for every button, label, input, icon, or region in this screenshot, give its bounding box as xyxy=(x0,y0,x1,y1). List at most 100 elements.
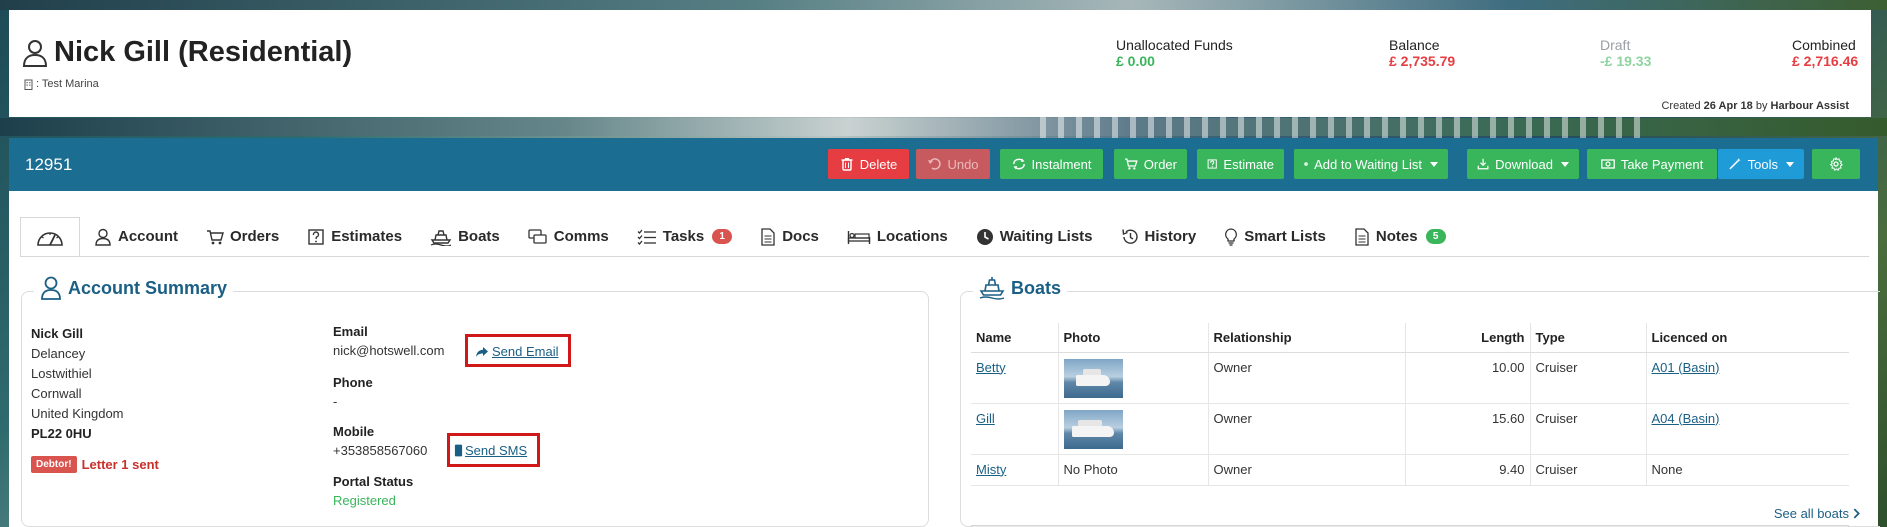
document-icon xyxy=(1355,227,1369,246)
portal-status-label: Portal Status xyxy=(333,474,414,489)
undo-button[interactable]: Undo xyxy=(916,149,990,179)
balance-value: £ 2,735.79 xyxy=(1389,53,1456,69)
task-list-icon xyxy=(637,229,656,245)
tab-label: Smart Lists xyxy=(1244,228,1326,245)
estimate-button[interactable]: Estimate xyxy=(1197,149,1284,179)
tab-tasks[interactable]: Tasks 1 xyxy=(623,217,746,256)
column-header[interactable]: Photo xyxy=(1057,323,1208,353)
balance: Balance £ 2,735.79 xyxy=(1389,37,1455,69)
question-box-icon xyxy=(308,228,324,245)
tab-history[interactable]: History xyxy=(1107,217,1211,256)
tab-divider xyxy=(20,256,1869,257)
portal-status-value: Registered xyxy=(333,493,396,508)
tab-label: Locations xyxy=(876,228,948,245)
debtor-text: Letter 1 sent xyxy=(81,457,159,472)
settings-button[interactable] xyxy=(1812,149,1860,179)
combined-label: Combined xyxy=(1792,37,1856,53)
phone-label: Phone xyxy=(333,375,373,390)
see-all-boats-link[interactable]: See all boats xyxy=(1774,506,1860,521)
tab-notes[interactable]: Notes 5 xyxy=(1340,217,1460,256)
tab-dashboard[interactable] xyxy=(20,217,80,257)
add-to-waiting-list-label: Add to Waiting List xyxy=(1314,156,1422,172)
combined: Combined £ 2,716.46 xyxy=(1792,37,1858,69)
user-icon xyxy=(41,276,61,300)
instalment-button[interactable]: Instalment xyxy=(1000,149,1103,179)
tab-docs[interactable]: Docs xyxy=(746,217,833,256)
created-date: 26 Apr 18 xyxy=(1703,100,1753,112)
main-content: Account Orders Estimates Boats Comms Tas… xyxy=(9,191,1880,527)
building-icon xyxy=(24,79,33,90)
account-summary-panel: Account Summary Nick Gill Delancey Lostw… xyxy=(21,276,929,527)
licenced-on-cell: None xyxy=(1645,454,1849,486)
type-cell: Cruiser xyxy=(1529,352,1646,404)
draft-label: Draft xyxy=(1600,37,1631,53)
order-button[interactable]: Order xyxy=(1114,149,1187,179)
question-box-icon xyxy=(1207,159,1217,169)
marina-name: : Test Marina xyxy=(36,78,99,90)
chevron-down-icon xyxy=(1430,161,1438,167)
tab-waiting-lists[interactable]: Waiting Lists xyxy=(962,217,1107,256)
cart-icon xyxy=(207,229,224,244)
tab-orders[interactable]: Orders xyxy=(192,217,293,256)
relationship-cell: Owner xyxy=(1207,454,1405,486)
address-postcode: PL22 0HU xyxy=(31,426,92,441)
send-email-link[interactable]: Send Email xyxy=(475,344,558,359)
length-cell: 10.00 xyxy=(1404,352,1530,404)
tab-smart-lists[interactable]: Smart Lists xyxy=(1210,217,1340,256)
delete-button[interactable]: Delete xyxy=(828,149,909,179)
licenced-on-link[interactable]: A01 (Basin) xyxy=(1652,360,1720,375)
refresh-icon xyxy=(1012,158,1025,170)
mobile-block: Mobile +353858567060 xyxy=(333,424,427,458)
estimate-label: Estimate xyxy=(1223,156,1274,172)
boat-name-link[interactable]: Gill xyxy=(976,411,995,426)
tab-label: Waiting Lists xyxy=(999,228,1093,245)
chat-icon xyxy=(528,228,547,244)
table-row: Misty No Photo Owner 9.40 Cruiser None xyxy=(971,454,1849,486)
phone-value: - xyxy=(333,394,338,409)
tab-estimates[interactable]: Estimates xyxy=(293,217,416,256)
document-icon xyxy=(761,227,775,246)
order-label: Order xyxy=(1143,156,1177,172)
send-sms-link[interactable]: Send SMS xyxy=(454,443,527,458)
account-summary-title: Account Summary xyxy=(34,276,234,300)
gear-icon xyxy=(1829,157,1843,171)
email-block: Email nick@hotswell.com xyxy=(333,324,444,358)
take-payment-button[interactable]: Take Payment xyxy=(1587,149,1717,179)
boat-name-link[interactable]: Misty xyxy=(976,462,1006,477)
download-button[interactable]: Download xyxy=(1467,149,1579,179)
column-header[interactable]: Type xyxy=(1529,323,1646,353)
boat-photo[interactable] xyxy=(1063,409,1123,449)
tools-button[interactable]: Tools xyxy=(1718,149,1804,179)
section-title: Account Summary xyxy=(68,277,228,298)
draft-value: -£ 19.33 xyxy=(1600,53,1652,69)
tab-bar: Account Orders Estimates Boats Comms Tas… xyxy=(20,217,1460,257)
tab-label: Notes xyxy=(1375,228,1418,245)
tab-comms[interactable]: Comms xyxy=(514,217,623,256)
relationship-cell: Owner xyxy=(1207,352,1405,404)
boat-photo[interactable] xyxy=(1063,358,1123,398)
mobile-label: Mobile xyxy=(333,424,375,439)
send-email-label: Send Email xyxy=(492,344,559,359)
marina-line: : Test Marina xyxy=(23,78,99,90)
unallocated-funds-label: Unallocated Funds xyxy=(1116,37,1233,53)
share-arrow-icon xyxy=(476,346,488,357)
relationship-cell: Owner xyxy=(1207,403,1405,455)
type-cell: Cruiser xyxy=(1529,403,1646,455)
tab-label: Tasks xyxy=(662,228,705,245)
boat-name-link[interactable]: Betty xyxy=(976,360,1006,375)
column-header[interactable]: Length xyxy=(1404,323,1530,353)
download-icon xyxy=(1477,158,1489,170)
tab-locations[interactable]: Locations xyxy=(833,217,962,256)
money-icon xyxy=(1600,159,1615,169)
column-header[interactable]: Name xyxy=(971,323,1058,353)
length-cell: 15.60 xyxy=(1404,403,1530,455)
mobile-value: +353858567060 xyxy=(333,443,428,458)
tab-boats[interactable]: Boats xyxy=(416,217,514,256)
tab-account[interactable]: Account xyxy=(80,217,192,256)
user-icon xyxy=(95,228,111,246)
licenced-on-link[interactable]: A04 (Basin) xyxy=(1652,411,1720,426)
column-header[interactable]: Relationship xyxy=(1207,323,1405,353)
delete-label: Delete xyxy=(859,156,898,172)
add-to-waiting-list-button[interactable]: Add to Waiting List xyxy=(1294,149,1448,179)
column-header[interactable]: Licenced on xyxy=(1645,323,1849,353)
